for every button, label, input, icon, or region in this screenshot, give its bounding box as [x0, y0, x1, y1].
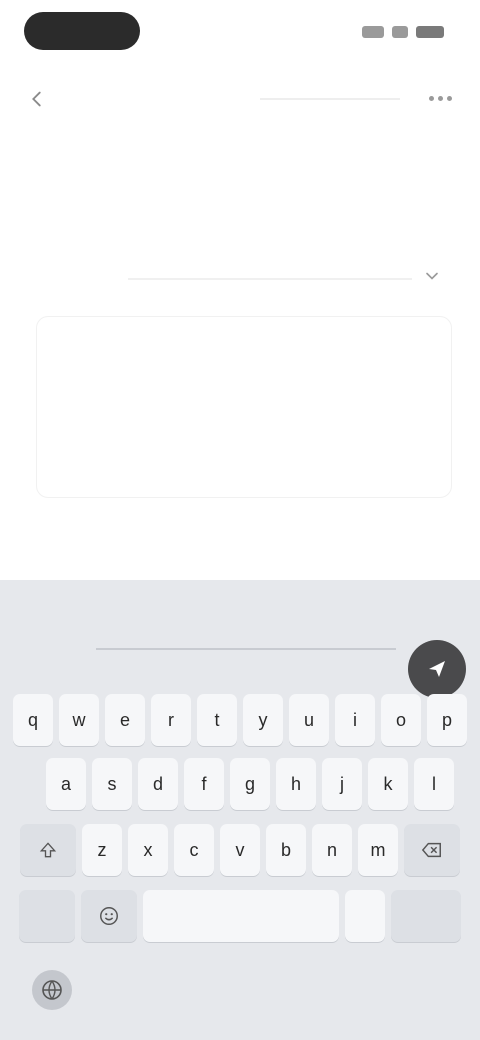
wifi-icon	[392, 26, 408, 38]
header-divider	[260, 98, 400, 100]
key[interactable]: i	[335, 694, 375, 746]
backspace-key[interactable]	[404, 824, 460, 876]
header	[0, 76, 480, 122]
key[interactable]: m	[358, 824, 398, 876]
field-underline	[128, 278, 412, 280]
key[interactable]: a	[46, 758, 86, 810]
keyboard: q w e r t y u i o p a s d f g h j k l z …	[0, 580, 480, 1040]
key[interactable]: z	[82, 824, 122, 876]
enter-key[interactable]	[391, 890, 461, 942]
field-row[interactable]	[38, 258, 448, 298]
period-key[interactable]	[345, 890, 385, 942]
status-time-pill	[24, 12, 140, 50]
send-button[interactable]	[408, 640, 466, 698]
key[interactable]: q	[13, 694, 53, 746]
key[interactable]: p	[427, 694, 467, 746]
shift-key[interactable]	[20, 824, 76, 876]
key[interactable]: f	[184, 758, 224, 810]
shift-icon	[39, 842, 57, 858]
key[interactable]: t	[197, 694, 237, 746]
key[interactable]: r	[151, 694, 191, 746]
key[interactable]: x	[128, 824, 168, 876]
key[interactable]: b	[266, 824, 306, 876]
chevron-down-icon[interactable]	[422, 266, 442, 286]
key-row-4	[0, 890, 480, 942]
globe-icon	[42, 980, 62, 1000]
key[interactable]: v	[220, 824, 260, 876]
send-icon	[429, 661, 445, 677]
key[interactable]: d	[138, 758, 178, 810]
backspace-icon	[421, 842, 441, 858]
battery-icon	[416, 26, 444, 38]
suggestion-underline	[96, 648, 396, 650]
key[interactable]: h	[276, 758, 316, 810]
key[interactable]: k	[368, 758, 408, 810]
key[interactable]: u	[289, 694, 329, 746]
key[interactable]: w	[59, 694, 99, 746]
status-bar	[0, 0, 480, 64]
globe-key[interactable]	[32, 970, 72, 1010]
key-row-3: z x c v b n m	[0, 824, 480, 876]
suggestion-text[interactable]	[96, 624, 396, 648]
more-icon[interactable]	[424, 90, 452, 106]
key-row-1: q w e r t y u i o p	[0, 694, 480, 746]
message-textarea[interactable]	[36, 316, 452, 498]
signal-icon	[362, 26, 384, 38]
key[interactable]: o	[381, 694, 421, 746]
key-row-2: a s d f g h j k l	[0, 758, 480, 810]
status-icons	[354, 22, 444, 42]
emoji-key[interactable]	[81, 890, 137, 942]
suggestion-bar	[0, 604, 480, 698]
key[interactable]: s	[92, 758, 132, 810]
space-key[interactable]	[143, 890, 339, 942]
key[interactable]: l	[414, 758, 454, 810]
key[interactable]: e	[105, 694, 145, 746]
emoji-icon	[100, 907, 118, 925]
back-arrow-icon[interactable]	[26, 88, 48, 110]
key[interactable]: c	[174, 824, 214, 876]
key[interactable]: y	[243, 694, 283, 746]
keyboard-bottom-bar	[0, 970, 480, 1040]
key[interactable]: g	[230, 758, 270, 810]
key[interactable]: j	[322, 758, 362, 810]
key[interactable]: n	[312, 824, 352, 876]
numbers-key[interactable]	[19, 890, 75, 942]
